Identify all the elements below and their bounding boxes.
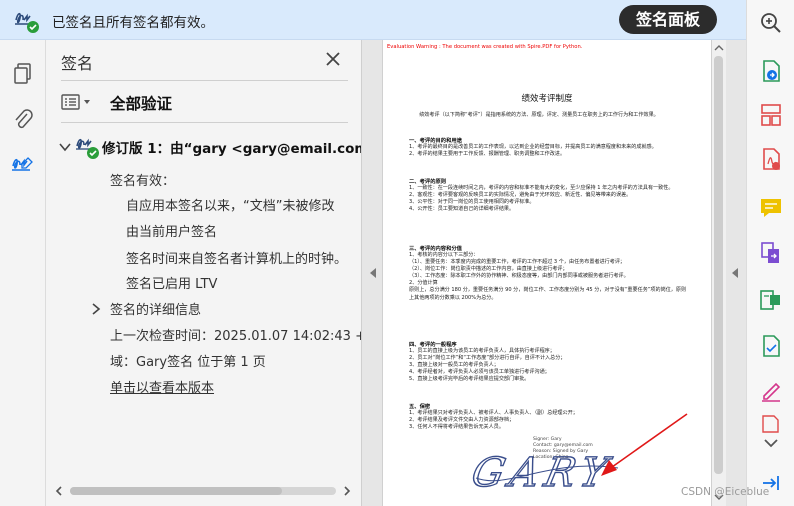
field-location-text: 域：Gary签名 位于第 1 页	[110, 355, 266, 370]
signature-valid-icon	[15, 12, 39, 33]
section-body: 1、考核的内容分以下三部分： （1）、重要任务：本季度内完成的重要工作，考评的工…	[409, 252, 687, 301]
document-title: 绩效考评制度	[521, 94, 573, 104]
evaluation-warning: Evaluation Warning : The document was cr…	[387, 44, 583, 50]
expand-right-panel-icon[interactable]	[730, 266, 740, 280]
revision-signature-valid-icon	[76, 138, 99, 159]
view-version-link[interactable]: 单击以查看本版本	[110, 377, 214, 396]
create-pdf-icon[interactable]	[758, 146, 784, 172]
options-menu-icon[interactable]	[61, 92, 97, 112]
annotation-arrow	[601, 413, 688, 476]
scroll-up-icon[interactable]	[714, 43, 724, 53]
left-navigation-rail	[0, 40, 46, 506]
comment-icon[interactable]	[758, 195, 784, 221]
page-thumbnails-icon[interactable]	[10, 60, 36, 86]
signed-by-current-user-text: 由当前用户签名	[126, 225, 218, 240]
signature-status-banner: 已签名且所有签名都有效。 签名面板	[0, 0, 746, 40]
section-heading: 五、保密	[409, 404, 431, 410]
not-modified-text: 自应用本签名以来，“文档”未被修改	[126, 199, 335, 214]
scroll-right-icon[interactable]	[340, 484, 354, 498]
ltv-enabled-text: 签名已启用 LTV	[126, 277, 218, 292]
signature-status-message: 已签名且所有签名都有效。	[52, 15, 214, 31]
close-icon[interactable]	[322, 48, 344, 70]
attachments-icon[interactable]	[10, 106, 36, 132]
last-checked-text: 上一次检查时间：2025.01.07 14:02:43 +08'00'	[110, 329, 361, 344]
signature-details-toggle[interactable]: 签名的详细信息	[110, 299, 201, 318]
document-intro: 绩效考评（以下简称“考评”）是指用系统的方法、原理，评定、测量员工在职务上的工作…	[419, 112, 659, 118]
edit-pdf-icon[interactable]	[758, 287, 784, 313]
panel-title: 签名	[61, 54, 94, 73]
scroll-left-icon[interactable]	[52, 484, 66, 498]
combine-files-icon[interactable]	[758, 240, 784, 266]
signature-panel: 签名 全部验证 修订版 1：由“gary <gary@email.com>”签名…	[46, 40, 362, 506]
watermark-text: CSDN @Eiceblue	[681, 486, 770, 498]
signing-time-text: 签名时间来自签名者计算机上的时钟。	[126, 252, 348, 267]
section-heading: 二、考评的原则	[409, 179, 447, 185]
collapse-left-panel-icon[interactable]	[368, 266, 378, 280]
section-body: 1、一致性：在一段连续时间之内，考评的内容和标准不能有大的变化，至少应保持 1 …	[409, 185, 674, 213]
chevron-right-icon[interactable]	[90, 302, 102, 316]
organize-pages-icon[interactable]	[758, 102, 784, 128]
section-heading: 一、考评的目的和用途	[409, 138, 462, 144]
verify-all-button[interactable]: 全部验证	[110, 92, 172, 114]
signature-valid-label: 签名有效：	[110, 174, 176, 189]
signatures-icon[interactable]	[10, 152, 36, 178]
panel-divider	[61, 80, 348, 81]
section-body: 1、考评的最终目的是改善员工的工作表现，以达到企业的经营目标，并提高员工的满意程…	[409, 144, 657, 158]
signature-panel-button[interactable]: 签名面板	[619, 5, 717, 34]
fill-sign-icon[interactable]	[758, 378, 784, 404]
chevron-down-icon[interactable]	[58, 140, 72, 154]
scroll-thumb[interactable]	[714, 56, 723, 474]
section-body: 1、员工的直接上级为该员工的考评负责人，具体执行考评程序； 2、员工对“岗位工作…	[409, 348, 566, 383]
section-heading: 三、考评的内容和分值	[409, 246, 462, 252]
panel-horizontal-scrollbar[interactable]	[50, 481, 356, 501]
tools-rail	[746, 0, 794, 506]
revision-title[interactable]: 修订版 1：由“gary <gary@email.com>”签名	[102, 137, 361, 157]
pdf-page: Evaluation Warning : The document was cr…	[382, 40, 712, 506]
scroll-thumb[interactable]	[70, 487, 282, 495]
chevron-down-icon[interactable]	[758, 430, 784, 456]
document-view: Evaluation Warning : The document was cr…	[362, 40, 746, 506]
export-pdf-icon[interactable]	[758, 58, 784, 84]
scan-ocr-icon[interactable]	[758, 333, 784, 359]
panel-divider	[61, 122, 348, 123]
zoom-icon[interactable]	[758, 10, 784, 36]
section-heading: 四、考评的一般程序	[409, 342, 457, 348]
document-vertical-scrollbar[interactable]	[712, 40, 726, 506]
